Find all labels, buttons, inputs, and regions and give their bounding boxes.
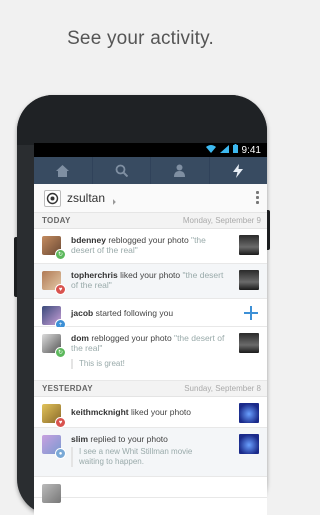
search-icon: [115, 164, 128, 177]
phone-power-button: [267, 210, 270, 250]
blog-switcher[interactable]: zsultan: [34, 184, 267, 213]
activity-text: dom reblogged your photo "the desert of …: [71, 333, 226, 353]
tab-account[interactable]: [151, 157, 210, 184]
avatar[interactable]: [42, 484, 61, 503]
blog-username: zsultan: [67, 191, 106, 205]
activity-item[interactable]: [34, 477, 267, 503]
activity-item[interactable]: ↻ bdenney reblogged your photo "the dese…: [34, 229, 267, 264]
status-time: 9:41: [241, 144, 261, 156]
activity-item[interactable]: + jacob started following you: [34, 299, 267, 330]
activity-action: replied to your photo: [90, 434, 168, 444]
activity-action: reblogged your photo: [108, 235, 189, 245]
section-header-yesterday: YESTERDAY Sunday, September 8: [34, 381, 267, 397]
activity-item[interactable]: ↻ dom reblogged your photo "the desert o…: [34, 327, 267, 381]
activity-item[interactable]: ● slim replied to your photo I see a new…: [34, 428, 267, 477]
phone-top-bezel: [17, 95, 267, 145]
reply-text: I see a new Whit Stillman movie waiting …: [71, 447, 219, 467]
heart-badge-icon: ♥: [55, 284, 66, 295]
activity-item[interactable]: ♥ keithmcknight liked your photo: [34, 397, 267, 428]
wifi-icon: [205, 144, 216, 156]
status-bar: 9:41: [34, 143, 267, 157]
activity-user[interactable]: topherchris: [71, 270, 118, 280]
home-icon: [56, 164, 70, 177]
headline: See your activity.: [67, 28, 214, 49]
activity-text: bdenney reblogged your photo "the desert…: [71, 235, 226, 255]
tab-activity[interactable]: [210, 157, 268, 184]
activity-action: started following you: [95, 308, 174, 318]
activity-action: reblogged your photo: [91, 333, 172, 343]
activity-text: jacob started following you: [71, 308, 226, 318]
blog-avatar: [44, 189, 61, 207]
section-label: YESTERDAY: [42, 384, 93, 393]
battery-icon: [232, 144, 238, 156]
tab-home[interactable]: [34, 157, 93, 184]
photo-thumbnail[interactable]: [239, 235, 259, 255]
phone-screen: 9:41 zsultan TODAY Monday, September 9 ↻…: [34, 143, 267, 515]
photo-thumbnail[interactable]: [239, 403, 259, 423]
section-label: TODAY: [42, 216, 71, 225]
follow-plus-icon[interactable]: [244, 306, 258, 320]
chevron-down-icon: [110, 199, 116, 205]
phone-volume-button: [14, 237, 17, 297]
activity-user[interactable]: keithmcknight: [71, 407, 129, 417]
activity-text: topherchris liked your photo "the desert…: [71, 270, 226, 290]
activity-user[interactable]: jacob: [71, 308, 93, 318]
tab-bar: [34, 157, 267, 184]
signal-icon: [219, 144, 229, 156]
activity-user[interactable]: bdenney: [71, 235, 106, 245]
tab-search[interactable]: [93, 157, 151, 184]
phone-frame: 9:41 zsultan TODAY Monday, September 9 ↻…: [14, 95, 270, 515]
activity-user[interactable]: dom: [71, 333, 89, 343]
photo-thumbnail[interactable]: [239, 434, 259, 454]
section-date: Monday, September 9: [182, 216, 261, 225]
activity-action: liked your photo: [131, 407, 192, 417]
reblog-badge-icon: ↻: [55, 347, 66, 358]
section-date: Sunday, September 8: [184, 384, 261, 393]
reblog-badge-icon: ↻: [55, 249, 66, 260]
activity-text: keithmcknight liked your photo: [71, 407, 226, 417]
person-icon: [174, 164, 186, 177]
activity-action: liked your photo: [120, 270, 181, 280]
activity-user[interactable]: slim: [71, 434, 88, 444]
reply-badge-icon: ●: [55, 448, 66, 459]
lightning-icon: [233, 163, 244, 178]
reply-text: This is great!: [71, 359, 219, 369]
overflow-menu-icon[interactable]: [256, 191, 259, 206]
activity-text: slim replied to your photo: [71, 434, 226, 444]
activity-item[interactable]: ♥ topherchris liked your photo "the dese…: [34, 264, 267, 299]
heart-badge-icon: ♥: [55, 417, 66, 428]
section-header-today: TODAY Monday, September 9: [34, 213, 267, 229]
photo-thumbnail[interactable]: [239, 270, 259, 290]
photo-thumbnail[interactable]: [239, 333, 259, 353]
